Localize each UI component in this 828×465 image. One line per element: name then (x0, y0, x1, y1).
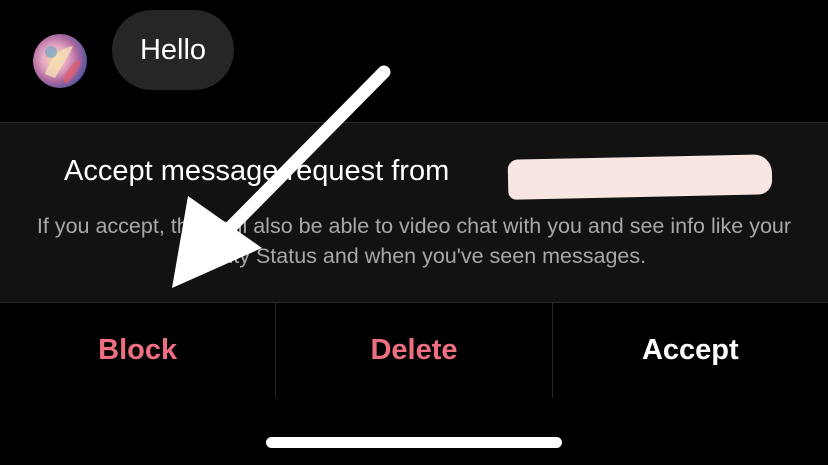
sender-avatar[interactable] (33, 34, 87, 88)
block-button[interactable]: Block (0, 303, 275, 398)
chat-thread: Hello (0, 0, 828, 122)
message-request-screen: Hello Accept message request from If you… (0, 0, 828, 465)
accept-button[interactable]: Accept (551, 303, 828, 398)
message-text: Hello (139, 33, 207, 66)
request-action-bar: Block Delete Accept (0, 302, 828, 398)
message-bubble[interactable]: Hello (112, 10, 234, 90)
redacted-username (507, 154, 773, 200)
avatar-image (33, 34, 87, 88)
message-request-panel: Accept message request from If you accep… (0, 122, 828, 302)
request-description: If you accept, they will also be able to… (36, 214, 792, 268)
home-indicator[interactable] (266, 437, 562, 448)
request-title: Accept message request from (64, 155, 450, 187)
delete-button[interactable]: Delete (275, 303, 551, 398)
